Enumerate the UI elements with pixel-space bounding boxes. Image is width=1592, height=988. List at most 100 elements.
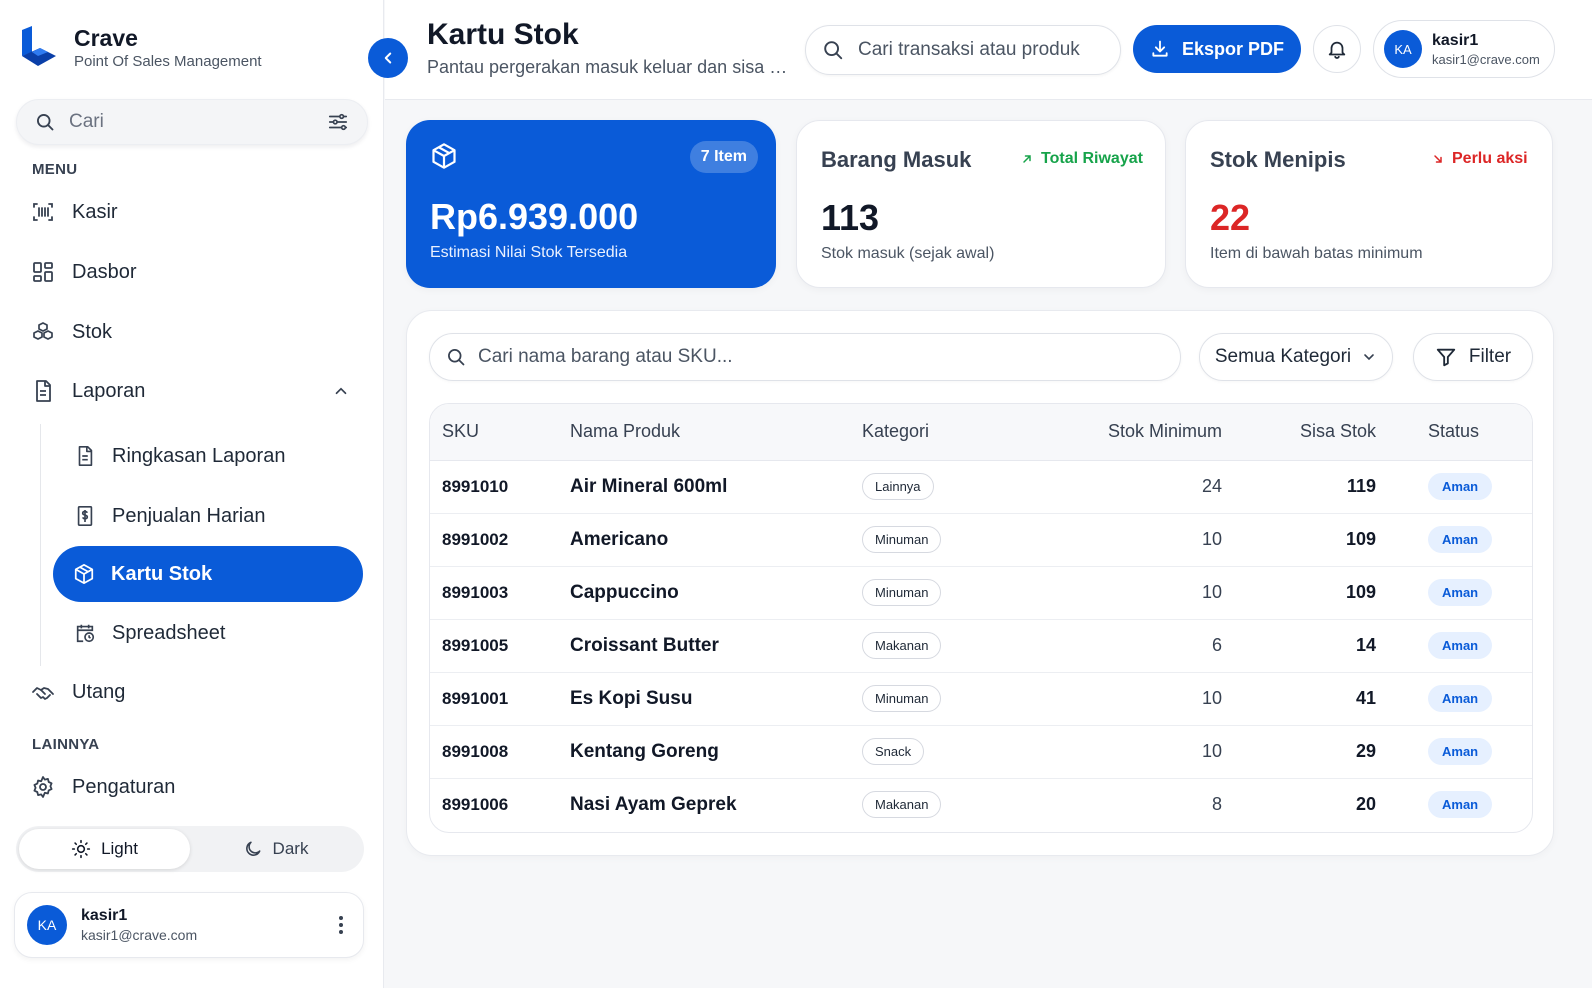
cell-product-name: Nasi Ayam Geprek (570, 793, 737, 815)
chevron-up-icon[interactable] (332, 382, 350, 400)
search-icon (824, 41, 843, 60)
package-icon (73, 563, 95, 585)
theme-dark-option[interactable]: Dark (190, 829, 361, 869)
table-row[interactable]: 8991003 Cappuccino Minuman 10 109 Aman (430, 566, 1532, 619)
column-header-sku[interactable]: SKU (430, 404, 570, 461)
document-icon (74, 445, 96, 467)
sidebar-subitem-penjualan-harian[interactable]: Penjualan Harian (74, 494, 364, 538)
product-search[interactable] (429, 333, 1181, 381)
category-pill: Makanan (862, 632, 942, 659)
global-search[interactable] (805, 25, 1121, 75)
sidebar-collapse-button[interactable] (368, 38, 408, 78)
table-row[interactable]: 8991001 Es Kopi Susu Minuman 10 41 Aman (430, 672, 1532, 725)
cell-remaining-stock: 119 (1346, 476, 1376, 496)
status-badge: Aman (1428, 579, 1493, 606)
theme-switch[interactable]: Light Dark (16, 826, 364, 872)
cell-status: Aman (1376, 672, 1532, 725)
sidebar-item-dasbor[interactable]: Dasbor (30, 251, 360, 293)
low-stock-trend: Perlu aksi (1432, 150, 1528, 168)
page-subtitle: Pantau pergerakan masuk keluar dan sisa … (427, 57, 797, 77)
sidebar-subitem-spreadsheet[interactable]: Spreadsheet (74, 611, 364, 655)
sidebar-search[interactable] (16, 99, 368, 145)
sidebar-item-utang[interactable]: Utang (30, 671, 360, 713)
sidebar-subitem-ringkasan-laporan[interactable]: Ringkasan Laporan (74, 434, 364, 478)
table-row[interactable]: 8991005 Croissant Butter Makanan 6 14 Aman (430, 619, 1532, 672)
brand[interactable]: Crave Point Of Sales Management (18, 24, 262, 72)
cell-status: Aman (1376, 566, 1532, 619)
stock-value: Rp6.939.000 (430, 196, 639, 237)
column-header-min-stock[interactable]: Stok Minimum (1062, 404, 1222, 461)
more-vertical-icon[interactable] (331, 916, 351, 934)
cell-status: Aman (1376, 619, 1532, 672)
cell-category: Minuman (862, 513, 1062, 566)
cell-product-name: Kentang Goreng (570, 740, 719, 762)
sidebar-item-kasir[interactable]: Kasir (30, 191, 360, 233)
status-badge: Aman (1428, 791, 1493, 819)
sidebar-item-laporan[interactable]: Laporan (30, 370, 360, 412)
cell-status: Aman (1376, 460, 1532, 513)
sidebar-subitem-kartu-stok[interactable]: Kartu Stok (53, 546, 363, 602)
sidebar-item-label: Pengaturan (72, 775, 176, 798)
sidebar: Crave Point Of Sales Management MENU Kas… (0, 0, 384, 988)
search-icon (448, 349, 465, 366)
cell-min-stock: 24 (1201, 476, 1222, 496)
cell-category: Lainnya (862, 460, 1062, 513)
category-pill: Makanan (862, 791, 942, 819)
category-pill: Minuman (862, 526, 942, 553)
header-user-menu[interactable]: KA kasir1 kasir1@crave.com (1373, 20, 1555, 78)
global-search-input[interactable] (858, 39, 1104, 61)
category-pill: Snack (862, 738, 925, 765)
filter-button[interactable]: Filter (1413, 333, 1533, 381)
user-name: kasir1 (1432, 31, 1479, 49)
user-email: kasir1@crave.com (1432, 51, 1540, 67)
arrow-down-right-icon (1434, 155, 1442, 163)
dashboard-grid-icon (30, 259, 56, 285)
category-select[interactable]: Semua Kategori (1199, 333, 1393, 381)
sidebar-item-label: Stok (72, 320, 113, 343)
incoming-trend-label: Total Riwayat (1041, 150, 1143, 167)
handshake-icon (30, 679, 56, 705)
sidebar-subitem-label: Penjualan Harian (112, 504, 266, 527)
export-pdf-button[interactable]: Ekspor PDF (1133, 25, 1301, 73)
table-row[interactable]: 8991010 Air Mineral 600ml Lainnya 24 119 Aman (430, 460, 1532, 513)
sidebar-item-stok[interactable]: Stok (30, 311, 360, 353)
column-header-status[interactable]: Status (1376, 404, 1532, 461)
notifications-button[interactable] (1313, 25, 1361, 73)
cell-sku: 8991001 (442, 688, 509, 708)
arrow-up-right-icon (1023, 155, 1031, 163)
table-row[interactable]: 8991002 Americano Minuman 10 109 Aman (430, 513, 1532, 566)
cell-category: Makanan (862, 778, 1062, 831)
column-header-category[interactable]: Kategori (862, 404, 1062, 461)
sidebar-item-label: Utang (72, 680, 126, 703)
sidebar-item-pengaturan[interactable]: Pengaturan (30, 766, 360, 808)
column-header-name[interactable]: Nama Produk (570, 404, 862, 461)
sidebar-search-input[interactable] (69, 111, 327, 133)
product-search-input[interactable] (478, 346, 1164, 368)
theme-light-option[interactable]: Light (19, 829, 190, 869)
cell-category: Minuman (862, 672, 1062, 725)
sun-icon (71, 839, 91, 859)
avatar: KA (27, 905, 67, 945)
boxes-icon (30, 319, 56, 345)
stock-table-panel: Semua Kategori Filter SKU Nama Produk Ka… (406, 310, 1554, 856)
sidebar-user-card[interactable]: KA kasir1 kasir1@crave.com (14, 892, 364, 958)
moon-icon (245, 841, 261, 856)
sidebar-item-label: Laporan (72, 379, 146, 402)
stock-value-label: Estimasi Nilai Stok Tersedia (430, 244, 628, 261)
bell-icon (1328, 41, 1346, 59)
cell-product-name: Es Kopi Susu (570, 687, 693, 709)
table-row[interactable]: 8991008 Kentang Goreng Snack 10 29 Aman (430, 725, 1532, 778)
low-stock-trend-label: Perlu aksi (1452, 150, 1528, 167)
cell-sku: 8991006 (442, 794, 509, 814)
category-pill: Minuman (862, 685, 942, 712)
brand-name: Crave (74, 25, 138, 51)
status-badge: Aman (1428, 738, 1493, 765)
low-stock-title: Stok Menipis (1210, 147, 1346, 172)
table-row[interactable]: 8991006 Nasi Ayam Geprek Makanan 8 20 Aman (430, 778, 1532, 831)
sliders-icon[interactable] (327, 111, 349, 133)
sidebar-item-label: Dasbor (72, 260, 137, 283)
incoming-value: 113 (821, 197, 880, 238)
funnel-icon (1436, 348, 1456, 367)
cell-remaining-stock: 109 (1345, 529, 1376, 549)
column-header-remaining-stock[interactable]: Sisa Stok (1222, 404, 1376, 461)
